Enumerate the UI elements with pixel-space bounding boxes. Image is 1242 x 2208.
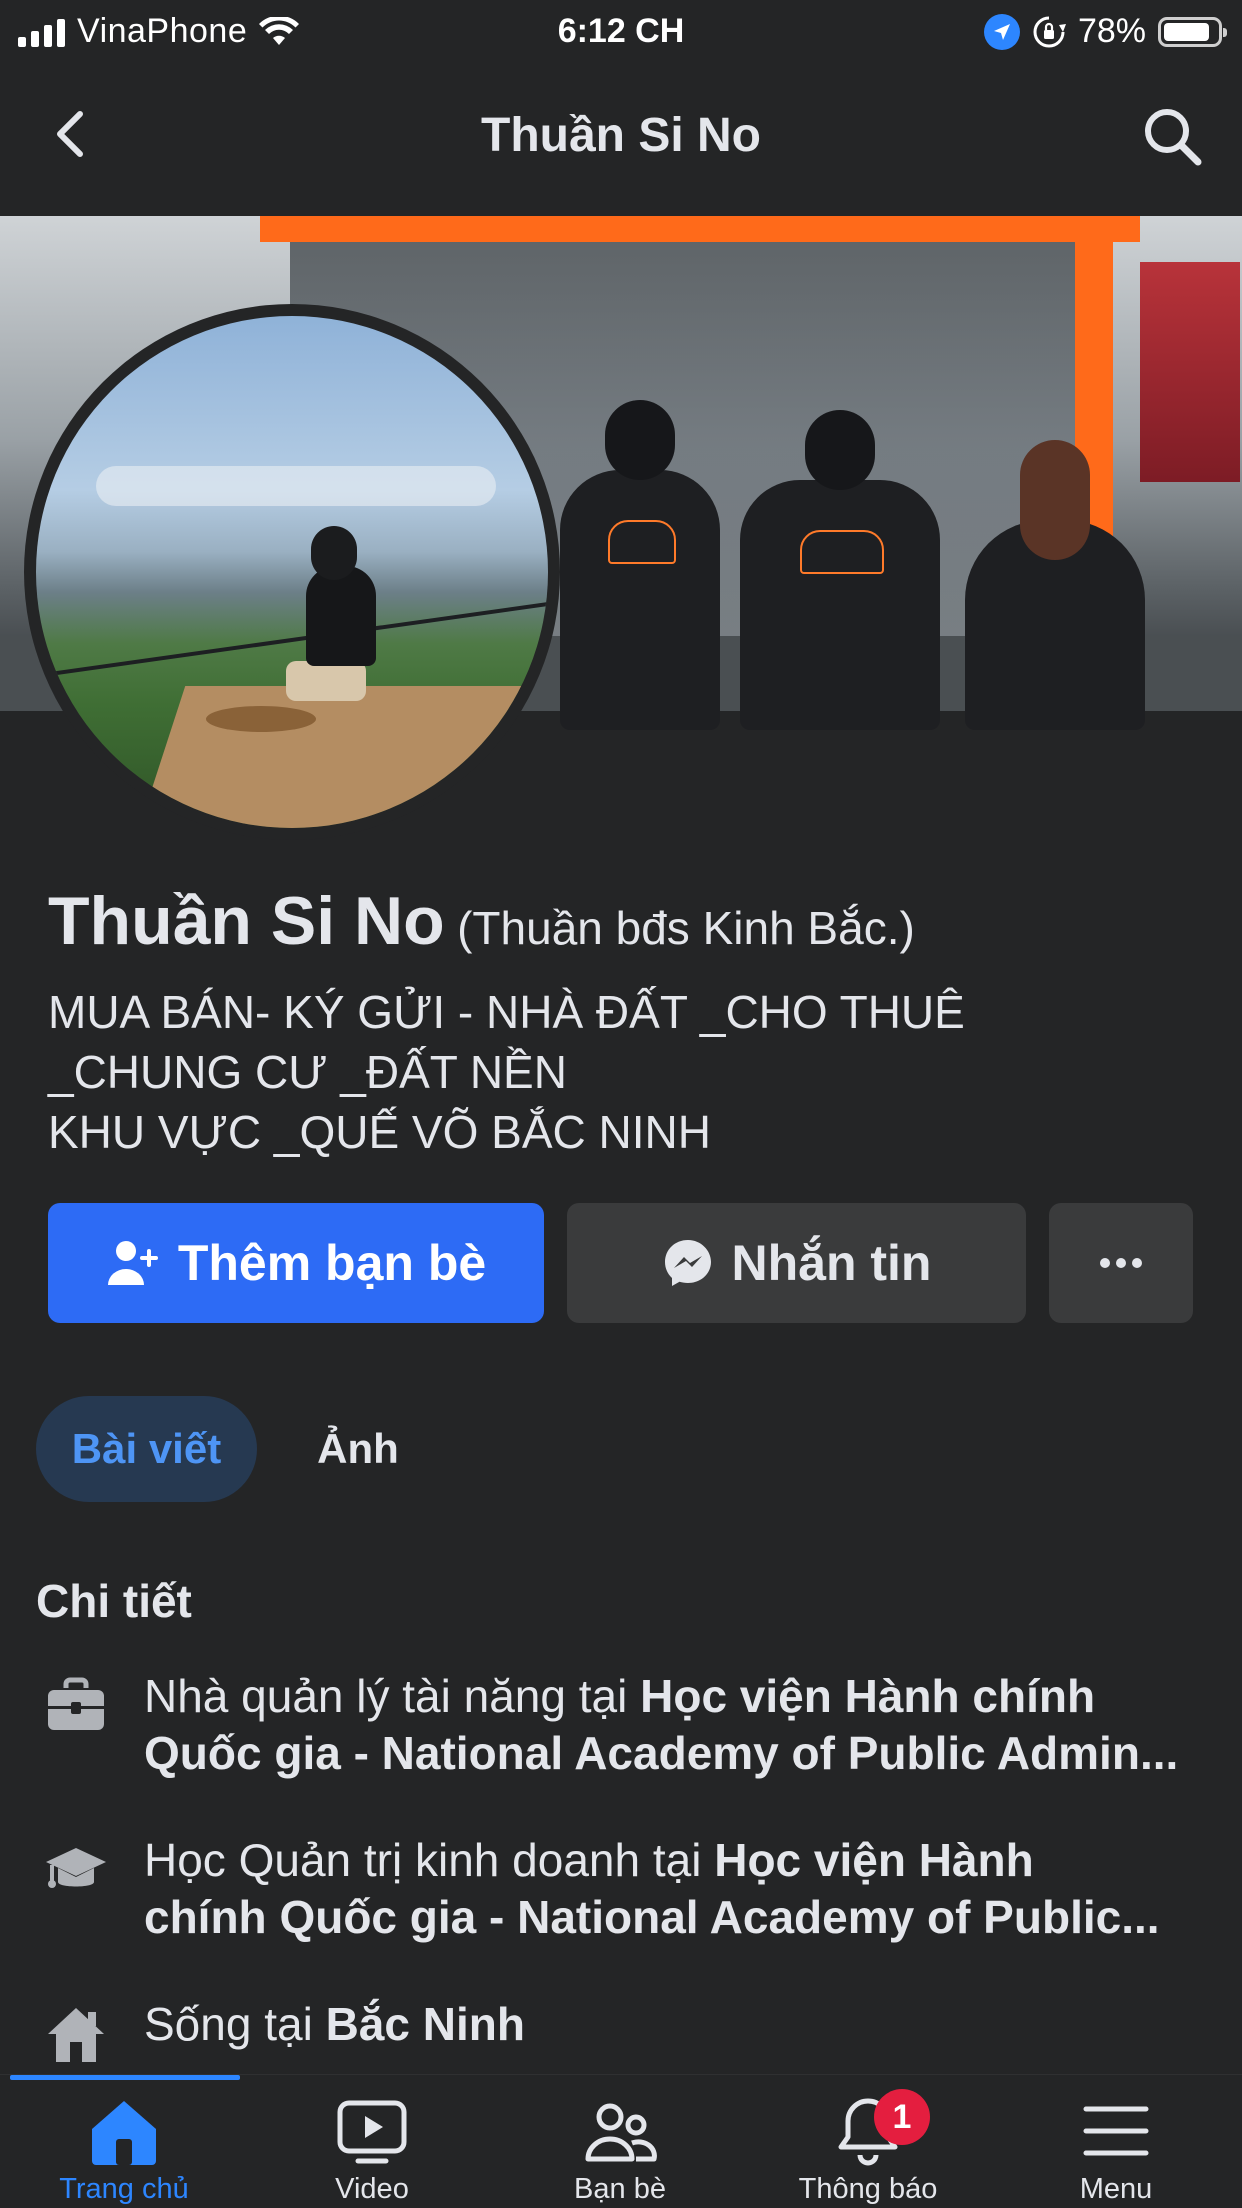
active-tab-indicator	[10, 2075, 240, 2080]
home-icon	[92, 2101, 156, 2165]
lives-in-place[interactable]: Bắc Ninh	[326, 1998, 525, 2050]
profile-name: Thuần Si No	[48, 883, 445, 959]
profile-bio: MUA BÁN- KÝ GỬI - NHÀ ĐẤT _CHO THUÊ _CHU…	[48, 982, 1208, 1162]
video-icon	[337, 2100, 407, 2164]
location-icon	[983, 13, 1020, 50]
friends-icon	[585, 2103, 657, 2162]
bio-line: KHU VỰC _QUẾ VÕ BẮC NINH	[48, 1106, 711, 1158]
nav-notifications[interactable]: 1 Thông báo	[744, 2089, 992, 2205]
work-place[interactable]: Học viện Hành chính	[640, 1670, 1095, 1722]
cover-person	[740, 410, 940, 730]
add-friend-button[interactable]: Thêm bạn bè	[48, 1203, 544, 1323]
bio-line: MUA BÁN- KÝ GỬI - NHÀ ĐẤT _CHO THUÊ	[48, 986, 965, 1038]
nav-menu-label: Menu	[1079, 2173, 1153, 2205]
work-text: Nhà quản lý tài năng tại Học viện Hành c…	[144, 1668, 1234, 1782]
details-heading: Chi tiết	[36, 1575, 192, 1627]
notification-badge: 1	[874, 2089, 930, 2145]
education-text: Học Quản trị kinh doanh tại Học viện Hàn…	[144, 1832, 1234, 1946]
profile-name-block: Thuần Si No (Thuần bđs Kinh Bắc.)	[48, 882, 1208, 960]
page-title: Thuần Si No	[481, 109, 761, 162]
nav-notifications-label: Thông báo	[798, 2173, 938, 2205]
profile-page: VinaPhone 6:12 CH 78% Thuần Si No Thuần …	[0, 0, 1242, 2208]
lives-in-prefix: Sống tại	[144, 1998, 326, 2050]
lives-in-text: Sống tại Bắc Ninh	[144, 1996, 1234, 2053]
more-options-button[interactable]	[1049, 1203, 1193, 1323]
nav-menu[interactable]: Menu	[992, 2095, 1240, 2205]
education-place-continued[interactable]: chính Quốc gia - National Academy of Pub…	[144, 1891, 1160, 1943]
cover-person	[965, 440, 1145, 730]
top-header: Thuần Si No	[0, 64, 1242, 216]
nav-home[interactable]: Trang chủ	[0, 2095, 248, 2205]
bottom-nav: Trang chủ Video Bạn bè 1 Thông báo Menu	[0, 2074, 1242, 2208]
briefcase-icon	[48, 1677, 104, 1730]
education-prefix: Học Quản trị kinh doanh tại	[144, 1834, 715, 1886]
search-button[interactable]	[1138, 102, 1206, 170]
rotation-lock-icon	[1033, 16, 1066, 47]
nav-video-label: Video	[335, 2173, 409, 2205]
bio-line: _CHUNG CƯ _ĐẤT NỀN	[48, 1046, 567, 1098]
profile-alternate-name: (Thuần bđs Kinh Bắc.)	[457, 902, 915, 954]
education-place[interactable]: Học viện Hành	[714, 1834, 1034, 1886]
nav-home-label: Trang chủ	[59, 2173, 189, 2205]
nav-video[interactable]: Video	[248, 2095, 496, 2205]
tab-photos[interactable]: Ảnh	[300, 1396, 416, 1502]
add-friend-label: Thêm bạn bè	[177, 1235, 487, 1291]
battery-icon	[1158, 16, 1227, 47]
messenger-icon	[664, 1240, 711, 1286]
detail-work[interactable]: Nhà quản lý tài năng tại Học viện Hành c…	[36, 1668, 1226, 1788]
detail-lives-in[interactable]: Sống tại Bắc Ninh	[36, 1996, 1226, 2066]
tab-posts[interactable]: Bài viết	[36, 1396, 257, 1502]
profile-avatar[interactable]	[24, 304, 560, 840]
nav-friends[interactable]: Bạn bè	[496, 2095, 744, 2205]
home-icon	[48, 2008, 104, 2062]
message-button[interactable]: Nhắn tin	[567, 1203, 1026, 1323]
message-label: Nhắn tin	[731, 1235, 932, 1291]
menu-icon	[1083, 2106, 1149, 2156]
more-icon	[1100, 1258, 1142, 1268]
battery-percent: 78%	[1077, 12, 1146, 50]
status-right: 78%	[983, 12, 1227, 51]
add-friend-icon	[107, 1241, 158, 1285]
cover-person	[560, 400, 720, 730]
graduation-cap-icon	[46, 1848, 106, 1888]
work-prefix: Nhà quản lý tài năng tại	[144, 1670, 641, 1722]
status-bar: VinaPhone 6:12 CH 78%	[0, 0, 1242, 64]
nav-friends-label: Bạn bè	[574, 2173, 666, 2205]
work-place-continued[interactable]: Quốc gia - National Academy of Public Ad…	[144, 1727, 1178, 1779]
detail-education[interactable]: Học Quản trị kinh doanh tại Học viện Hàn…	[36, 1832, 1226, 1952]
